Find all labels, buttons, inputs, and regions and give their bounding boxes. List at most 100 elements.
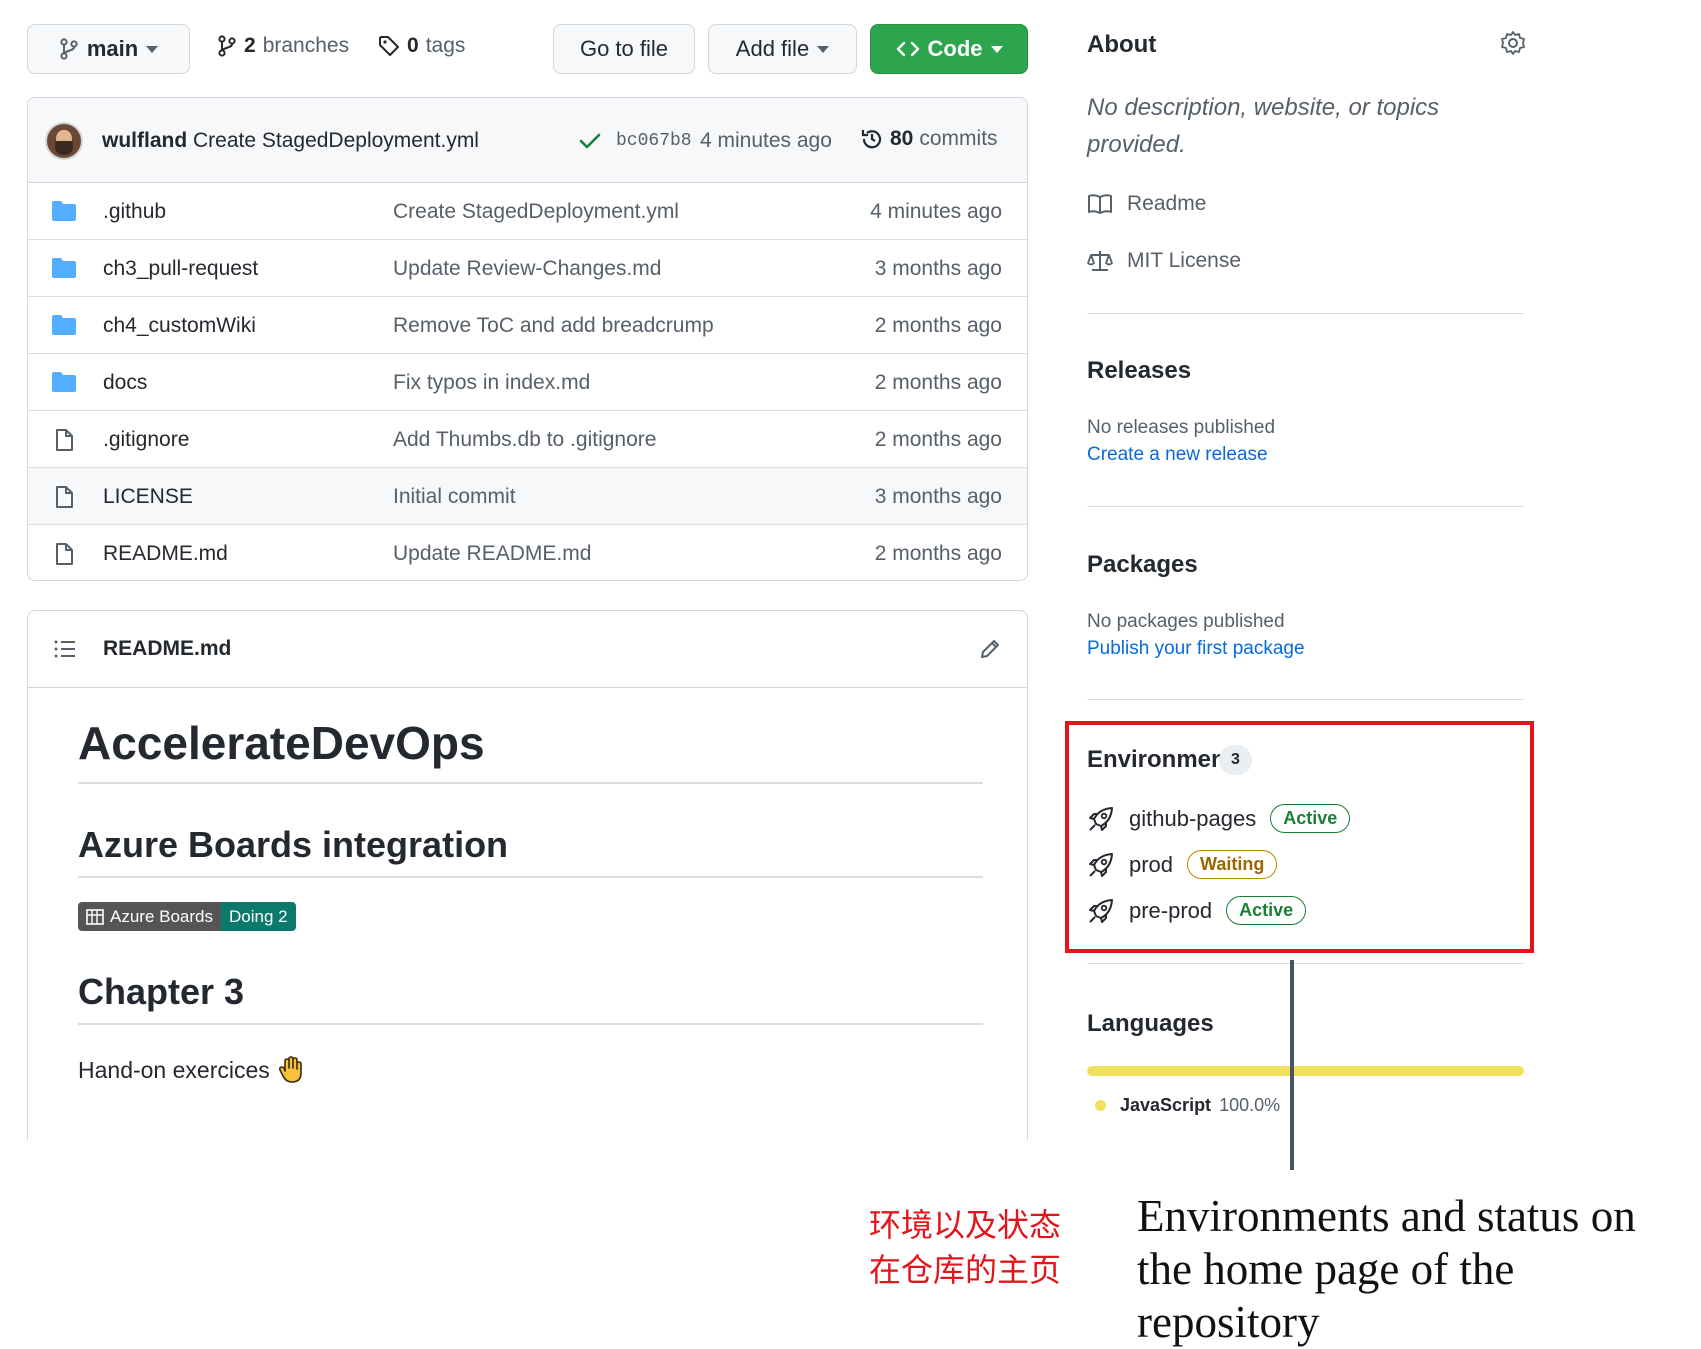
license-link[interactable]: MIT License — [1087, 249, 1241, 273]
readme-link-label: Readme — [1127, 192, 1207, 215]
go-to-file-label: Go to file — [579, 36, 669, 61]
file-commit-link[interactable]: Add Thumbs.db to .gitignore — [393, 428, 656, 452]
chevron-down-icon — [817, 45, 830, 53]
pencil-icon[interactable] — [978, 637, 1002, 661]
azure-boards-badge[interactable]: Azure Boards Doing 2 — [78, 902, 296, 931]
badge-value: Doing 2 — [221, 902, 296, 931]
file-browser: wulfland Create StagedDeployment.yml bc0… — [27, 97, 1028, 581]
commits-count: 80 — [890, 127, 914, 150]
commit-author-link[interactable]: wulfland — [102, 129, 187, 153]
file-icon — [51, 542, 77, 566]
language-item[interactable]: JavaScript 100.0% — [1095, 1095, 1280, 1116]
badge-label: Azure Boards — [110, 906, 213, 926]
file-row: .gitignore Add Thumbs.db to .gitignore 2… — [28, 411, 1027, 468]
about-heading: About — [1087, 31, 1157, 58]
language-bar — [1087, 1066, 1524, 1076]
file-age: 2 months ago — [874, 314, 1002, 337]
file-name-link[interactable]: ch3_pull-request — [103, 257, 258, 281]
packages-empty-text: No packages published — [1087, 611, 1285, 632]
file-age: 2 months ago — [874, 371, 1002, 394]
book-icon — [1087, 193, 1113, 215]
about-description: No description, website, or topics provi… — [1087, 94, 1440, 158]
readme-content: AccelerateDevOps Azure Boards integratio… — [78, 688, 983, 1085]
releases-empty-text: No releases published — [1087, 417, 1276, 438]
caption-chinese-line: 环境以及状态 — [869, 1206, 1062, 1244]
releases-heading[interactable]: Releases — [1087, 357, 1191, 385]
packages-heading[interactable]: Packages — [1087, 551, 1198, 579]
callout-pointer-line — [1290, 960, 1294, 1170]
file-name-link[interactable]: .github — [103, 200, 166, 224]
commits-label: commits — [919, 127, 998, 150]
branches-link[interactable]: 2 branches — [217, 34, 349, 58]
file-name-link[interactable]: .gitignore — [103, 428, 189, 452]
azure-boards-icon — [86, 908, 104, 925]
latest-commit-bar: wulfland Create StagedDeployment.yml bc0… — [28, 98, 1027, 183]
readme-paragraph-text: Hand-on exercices — [78, 1056, 270, 1083]
commit-sha-link[interactable]: bc067b8 — [616, 131, 692, 151]
readme-paragraph: Hand-on exercices — [78, 1055, 983, 1085]
readme-link[interactable]: Readme — [1087, 192, 1206, 216]
chevron-down-icon — [146, 45, 159, 53]
readme-header: README.md — [28, 611, 1027, 688]
file-name-link[interactable]: README.md — [103, 542, 228, 566]
commit-message-link[interactable]: Create StagedDeployment.yml — [193, 129, 479, 153]
file-row: ch3_pull-request Update Review-Changes.m… — [28, 240, 1027, 297]
law-icon — [1087, 249, 1113, 273]
environments-highlight-box — [1065, 721, 1534, 953]
readme-panel: README.md AccelerateDevOps Azure Boards … — [27, 610, 1028, 1140]
commits-history-link[interactable]: 80 commits — [860, 127, 998, 151]
publish-package-link[interactable]: Publish your first package — [1087, 638, 1305, 660]
check-icon[interactable] — [579, 132, 601, 150]
gear-icon[interactable] — [1500, 30, 1526, 56]
folder-icon — [51, 314, 77, 336]
languages-heading: Languages — [1087, 1010, 1214, 1037]
file-row: .github Create StagedDeployment.yml 4 mi… — [28, 183, 1027, 240]
readme-heading-1: AccelerateDevOps — [78, 716, 983, 784]
git-branch-icon — [217, 35, 237, 57]
add-file-button[interactable]: Add file — [708, 24, 857, 74]
tags-label: tags — [425, 34, 466, 57]
create-release-link[interactable]: Create a new release — [1087, 444, 1268, 466]
go-to-file-button[interactable]: Go to file — [553, 24, 695, 74]
divider — [1087, 506, 1524, 507]
file-row: docs Fix typos in index.md 2 months ago — [28, 354, 1027, 411]
file-commit-link[interactable]: Initial commit — [393, 485, 516, 509]
divider — [1087, 963, 1524, 964]
list-unordered-icon[interactable] — [53, 639, 77, 659]
file-commit-link[interactable]: Create StagedDeployment.yml — [393, 200, 679, 224]
file-age: 3 months ago — [874, 257, 1002, 280]
file-commit-link[interactable]: Update README.md — [393, 542, 591, 566]
file-age: 2 months ago — [874, 428, 1002, 451]
readme-file-name: README.md — [103, 637, 232, 660]
file-name-link[interactable]: docs — [103, 371, 147, 395]
branch-selector-button[interactable]: main — [27, 24, 190, 74]
file-name-link[interactable]: LICENSE — [103, 485, 193, 509]
commit-time: 4 minutes ago — [700, 129, 832, 152]
language-name: JavaScript — [1120, 1095, 1212, 1115]
readme-heading-boards: Azure Boards integration — [78, 824, 983, 878]
branches-label: branches — [262, 34, 350, 57]
caption-chinese: 环境以及状态 在仓库的主页 — [869, 1203, 1061, 1293]
file-name-link[interactable]: ch4_customWiki — [103, 314, 256, 338]
tags-link[interactable]: 0 tags — [378, 34, 465, 58]
file-commit-link[interactable]: Fix typos in index.md — [393, 371, 590, 395]
file-commit-link[interactable]: Update Review-Changes.md — [393, 257, 661, 281]
git-branch-icon — [59, 38, 79, 60]
readme-heading-chapter: Chapter 3 — [78, 971, 983, 1025]
history-icon — [860, 127, 884, 151]
file-age: 3 months ago — [874, 485, 1002, 508]
code-icon — [896, 40, 920, 58]
folder-icon — [51, 371, 77, 393]
language-percent: 100.0% — [1219, 1095, 1281, 1115]
branch-name: main — [86, 36, 139, 61]
folder-icon — [51, 257, 77, 279]
file-commit-link[interactable]: Remove ToC and add breadcrump — [393, 314, 714, 338]
file-row: README.md Update README.md 2 months ago — [28, 525, 1027, 580]
avatar[interactable] — [45, 122, 83, 160]
chevron-down-icon — [990, 45, 1003, 53]
file-age: 4 minutes ago — [870, 200, 1002, 223]
code-label: Code — [927, 36, 983, 61]
code-button[interactable]: Code — [870, 24, 1028, 74]
tag-icon — [378, 35, 400, 57]
license-link-label: MIT License — [1127, 249, 1241, 272]
